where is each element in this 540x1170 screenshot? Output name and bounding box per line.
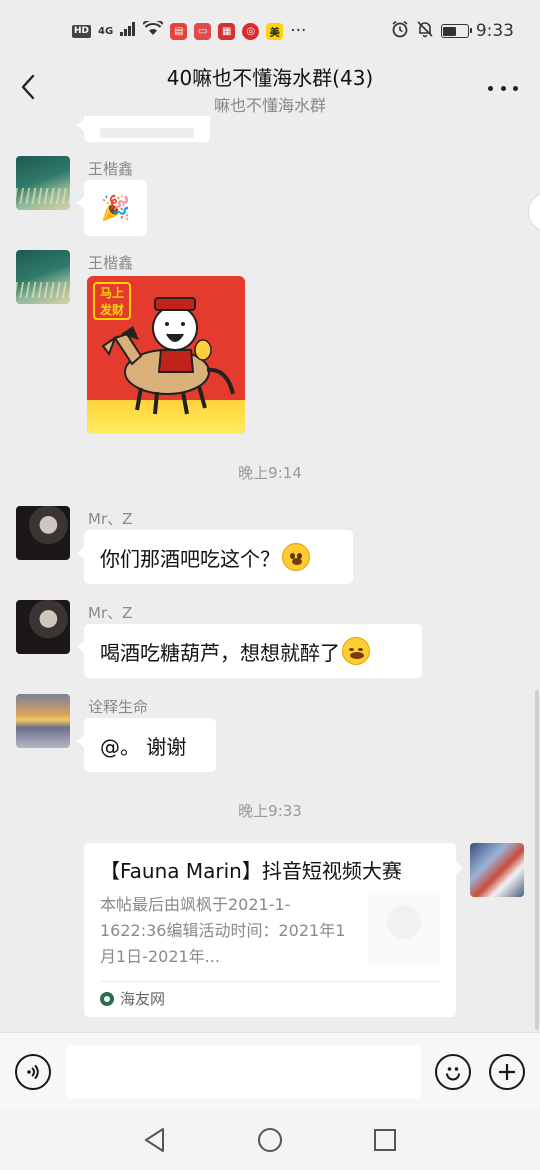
link-card-source: 海友网 [100, 988, 165, 1009]
timestamp: 晚上9:14 [238, 464, 302, 482]
status-left: HD 4G ▤ ▭ ▦ ◎ 美 ··· [72, 18, 307, 41]
avatar[interactable] [16, 506, 70, 560]
voice-button[interactable] [15, 1054, 51, 1090]
message-bubble[interactable]: 喝酒吃糖葫芦，想想就醉了 [77, 624, 422, 678]
alarm-icon [391, 20, 409, 43]
avatar[interactable] [16, 694, 70, 748]
more-notifications: ··· [290, 21, 307, 41]
status-right: 9:33 [391, 20, 514, 43]
emoji-eye [358, 648, 363, 651]
message-input[interactable] [66, 1045, 421, 1099]
meituan-icon: 美 [266, 22, 284, 40]
hd-badge: HD [72, 24, 92, 38]
shocked-emoji-icon [282, 543, 310, 571]
emoji-mouth [350, 652, 364, 659]
more-options-button[interactable] [488, 76, 518, 100]
app-notification-icon: ◎ [242, 22, 260, 40]
sender-name: 王楷鑫 [88, 254, 134, 272]
emoji-eye [349, 648, 354, 651]
avatar[interactable] [16, 156, 70, 210]
nav-recents-button[interactable] [371, 1126, 399, 1154]
plus-icon [499, 1064, 515, 1080]
link-card-description: 本帖最后由飒枫于2021-1-1622:36编辑活动时间：2021年1月1日-2… [100, 895, 346, 966]
square-recents-icon [374, 1129, 396, 1151]
circle-home-icon [258, 1128, 282, 1152]
message-bubble[interactable]: 你们那酒吧吃这个？ [77, 530, 353, 584]
signal-icon [120, 21, 136, 41]
nav-back-button[interactable] [141, 1126, 169, 1154]
message-text: @。 谢谢 [100, 734, 187, 759]
plus-button[interactable] [489, 1054, 525, 1090]
party-popper-emoji: 🎉 [100, 194, 131, 222]
sticker-image[interactable]: 马上 发财 [87, 276, 245, 434]
chat-header: 40嘛也不懂海水群(43) 嘛也不懂海水群 [0, 62, 540, 116]
avatar[interactable] [16, 600, 70, 654]
nav-home-button[interactable] [256, 1126, 284, 1154]
smiley-icon [446, 1067, 460, 1081]
link-card[interactable]: 【Fauna Marin】抖音短视频大赛 本帖最后由飒枫于2021-1-1622… [84, 843, 463, 1017]
app-notification-icon: ▦ [218, 22, 236, 40]
emoji-button[interactable] [435, 1054, 471, 1090]
dot-icon [488, 85, 493, 91]
horse-rider-illustration [101, 297, 235, 415]
message-text: 你们那酒吧吃这个？ [100, 546, 280, 571]
message-bubble[interactable]: @。 谢谢 [77, 718, 216, 772]
dot-icon [513, 85, 518, 91]
app-notification-icon: ▤ [170, 22, 188, 40]
my-avatar[interactable] [470, 843, 524, 897]
link-card-title: 【Fauna Marin】抖音短视频大赛 [100, 859, 402, 883]
divider [100, 981, 440, 982]
mute-bell-icon [416, 20, 434, 43]
wifi-icon [142, 18, 164, 41]
emoji-mouth [292, 558, 302, 565]
input-bar [0, 1032, 540, 1110]
message-bubble[interactable]: 🎉 [77, 180, 147, 236]
network-badge: 4G [98, 25, 114, 37]
triangle-back-icon [145, 1128, 164, 1152]
timestamp: 晚上9:33 [238, 802, 302, 820]
source-logo-icon [100, 991, 114, 1006]
side-handle[interactable] [528, 192, 540, 232]
source-name: 海友网 [120, 990, 166, 1008]
message-list[interactable]: 王楷鑫 🎉 王楷鑫 马上 发财 晚上9:14 Mr、Z 你们那酒吧吃这个？ Mr… [0, 116, 540, 1032]
sender-name: Mr、Z [88, 604, 133, 622]
message-text: 喝酒吃糖葫芦，想想就醉了 [100, 640, 340, 665]
voice-icon [27, 1064, 39, 1080]
link-card-thumbnail [368, 893, 440, 965]
chat-subtitle: 嘛也不懂海水群 [213, 96, 326, 115]
sender-name: 诠释生命 [88, 698, 149, 716]
battery-icon [440, 24, 472, 38]
clock: 9:33 [475, 21, 514, 41]
sender-name: 王楷鑫 [88, 160, 134, 178]
dot-icon [500, 85, 506, 91]
scrollbar[interactable] [535, 690, 539, 1030]
laughing-crying-emoji-icon [342, 637, 370, 665]
chat-title: 40嘛也不懂海水群(43) [166, 66, 374, 90]
message-bubble-partial[interactable] [77, 116, 210, 142]
app-notification-icon: ▭ [194, 22, 212, 40]
system-navigation-bar [0, 1110, 540, 1170]
sender-name: Mr、Z [88, 510, 133, 528]
status-bar: HD 4G ▤ ▭ ▦ ◎ 美 ··· 9:33 [0, 0, 540, 62]
avatar[interactable] [16, 250, 70, 304]
